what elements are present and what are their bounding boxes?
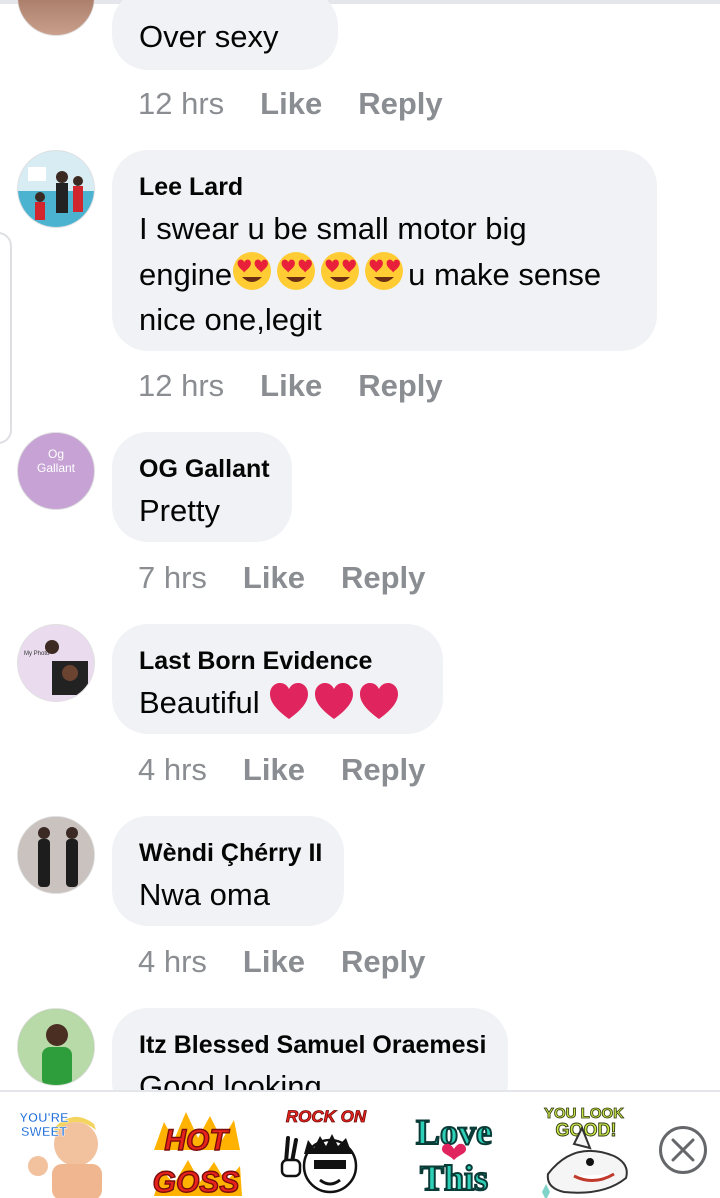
svg-text:YOU'RE: YOU'RE [19, 1110, 69, 1125]
comment-text-fragment: engine [139, 257, 233, 292]
comment-meta: 7 hrs Like Reply [138, 560, 425, 596]
svg-text:This: This [420, 1158, 488, 1198]
comment-bubble: Over sexy [112, 0, 338, 70]
reply-button[interactable]: Reply [358, 368, 442, 404]
sticker-hot-goss[interactable]: HOT GOSS [144, 1104, 248, 1198]
like-button[interactable]: Like [243, 944, 305, 980]
like-button[interactable]: Like [260, 368, 322, 404]
like-button[interactable]: Like [243, 560, 305, 596]
close-sticker-tray-button[interactable] [659, 1126, 707, 1174]
comment-bubble: Last Born Evidence Beautiful [112, 624, 443, 734]
comment-text: Nwa oma [139, 877, 270, 912]
svg-text:HOT: HOT [164, 1124, 230, 1157]
comment-text: I swear u be small motor big engine u mak… [139, 206, 629, 342]
reply-button[interactable]: Reply [358, 86, 442, 122]
comment-meta: 12 hrs Like Reply [138, 368, 443, 404]
avatar[interactable]: Og Gallant [17, 432, 95, 510]
comment-time[interactable]: 4 hrs [138, 944, 207, 980]
like-button[interactable]: Like [260, 86, 322, 122]
comment-bubble: OG Gallant Pretty [112, 432, 292, 542]
reply-button[interactable]: Reply [341, 752, 425, 788]
comment-author[interactable]: OG Gallant [139, 454, 270, 484]
avatar[interactable] [17, 816, 95, 894]
reply-button[interactable]: Reply [341, 560, 425, 596]
comment-time[interactable]: 12 hrs [138, 86, 224, 122]
avatar[interactable] [17, 1008, 95, 1086]
comment-text-line: engine u make sense [139, 251, 629, 297]
svg-text:GOSS: GOSS [153, 1166, 240, 1198]
svg-text:My Photo: My Photo [24, 651, 50, 657]
avatar-label: Gallant [36, 461, 76, 475]
comment-text-line: I swear u be small motor big [139, 211, 527, 246]
avatar-photo: My Photo [18, 625, 94, 701]
svg-text:SWEET: SWEET [21, 1124, 67, 1139]
avatar-photo [18, 151, 94, 227]
like-button[interactable]: Like [243, 752, 305, 788]
comment-author[interactable]: Wèndi Çhérry II [139, 838, 322, 868]
comment-meta: 12 hrs Like Reply [138, 86, 443, 122]
red-heart-icon [268, 683, 403, 720]
comment-time[interactable]: 12 hrs [138, 368, 224, 404]
comment-time[interactable]: 7 hrs [138, 560, 207, 596]
close-icon [671, 1138, 695, 1162]
avatar[interactable]: My Photo [17, 624, 95, 702]
comment-text-line: nice one,legit [139, 302, 322, 337]
avatar[interactable] [17, 150, 95, 228]
sticker-suggestion-tray: YOU'RE SWEET HOT GOSS ROCK ON Love This … [0, 1090, 720, 1198]
top-divider [0, 0, 720, 4]
comment-author[interactable]: Lee Lard [139, 172, 629, 202]
reply-button[interactable]: Reply [341, 944, 425, 980]
avatar[interactable] [17, 0, 95, 36]
side-panel-edge [0, 232, 12, 444]
comment-bubble: Wèndi Çhérry II Nwa oma [112, 816, 344, 926]
sticker-love-this[interactable]: Love This [404, 1104, 508, 1198]
svg-text:ROCK ON: ROCK ON [286, 1107, 367, 1126]
comment-time[interactable]: 4 hrs [138, 752, 207, 788]
sticker-rock-on[interactable]: ROCK ON [274, 1104, 378, 1198]
comment-meta: 4 hrs Like Reply [138, 944, 425, 980]
comment-text: Beautiful [139, 680, 415, 725]
svg-text:Love: Love [416, 1112, 492, 1152]
comment-text: Pretty [139, 493, 220, 528]
avatar-photo [18, 1009, 94, 1085]
heart-eyes-emoji-icon [232, 252, 408, 292]
comment-text-fragment: Beautiful [139, 685, 260, 720]
comment-text: Over sexy [139, 19, 279, 54]
sticker-youre-sweet[interactable]: YOU'RE SWEET [14, 1104, 118, 1198]
avatar-photo [18, 817, 94, 893]
comment-author[interactable]: Last Born Evidence [139, 646, 415, 676]
comment-bubble: Lee Lard I swear u be small motor big en… [112, 150, 657, 351]
sticker-you-look-good[interactable]: YOU LOOK GOOD! [534, 1104, 638, 1198]
comment-text-fragment: u make sense [408, 257, 602, 292]
comment-meta: 4 hrs Like Reply [138, 752, 425, 788]
avatar-label: Og [47, 447, 64, 461]
comment-author[interactable]: Itz Blessed Samuel Oraemesi [139, 1030, 486, 1060]
